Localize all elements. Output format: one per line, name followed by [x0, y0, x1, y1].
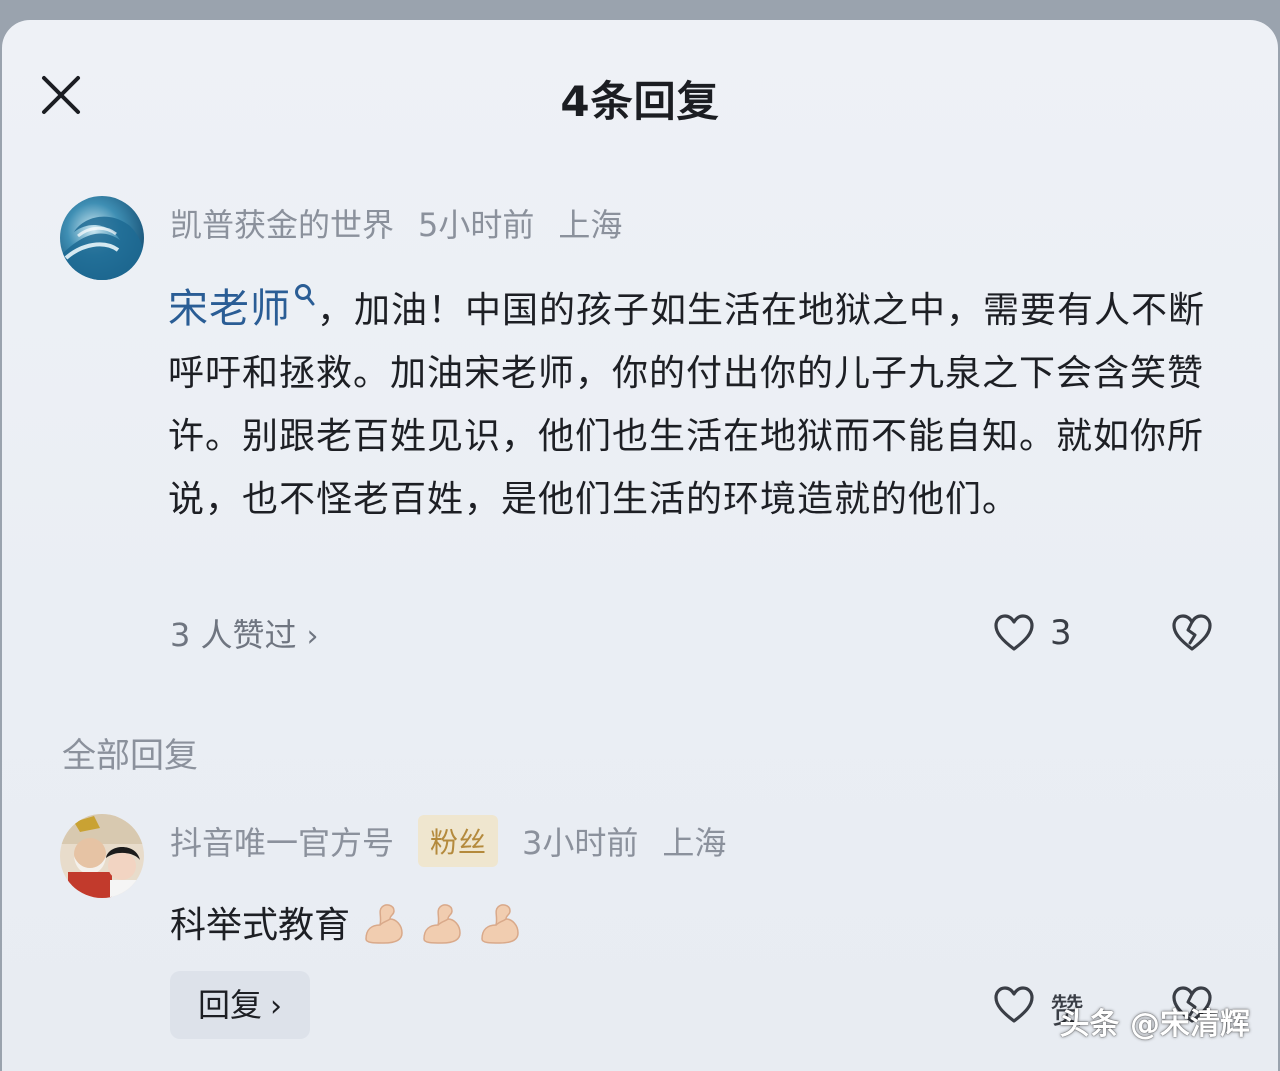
reply-meta: 抖音唯一官方号 粉丝 3小时前 上海 — [170, 815, 750, 871]
sheet-header: 4条回复 — [2, 20, 1278, 170]
reply-body: 科举式教育 — [170, 905, 351, 946]
reply-like-heart-icon[interactable] — [992, 983, 1036, 1027]
fan-badge: 粉丝 — [418, 815, 499, 867]
flexed-biceps-icon — [481, 904, 519, 944]
like-count: 3 — [1050, 613, 1072, 653]
likes-link[interactable]: 3 人赞过 › — [170, 610, 319, 656]
comment-author[interactable]: 凯普获金的世界 — [170, 206, 394, 244]
flexed-biceps-icon — [365, 904, 403, 944]
flexed-biceps-icon — [423, 904, 461, 944]
mention-text: 宋老师 — [168, 286, 291, 332]
search-icon — [295, 284, 315, 306]
reply-button-label: 回复 — [197, 986, 262, 1024]
reply-author[interactable]: 抖音唯一官方号 — [170, 824, 394, 862]
comment-location: 上海 — [558, 206, 623, 244]
dislike-broken-heart-icon[interactable] — [1170, 611, 1214, 655]
mention-link[interactable]: 宋老师 — [168, 284, 317, 332]
reply-location: 上海 — [662, 824, 727, 862]
comment-body: ，加油！中国的孩子如生活在地狱之中，需要有人不断呼吁和拯救。加油宋老师，你的付出… — [168, 290, 1206, 520]
comment-meta: 凯普获金的世界 5小时前 上海 — [170, 200, 646, 246]
watermark: 头条 @宋清辉 — [1059, 1007, 1250, 1042]
reply-text: 科举式教育 — [170, 896, 524, 951]
page-title: 4条回复 — [560, 77, 720, 126]
likes-link-label: 3 人赞过 — [170, 616, 297, 654]
chevron-right-icon: › — [270, 989, 282, 1024]
portrait-avatar-image — [60, 814, 144, 898]
comment-text: 宋老师 ，加油！中国的孩子如生活在地狱之中，需要有人不断呼吁和拯救。加油宋老师，… — [168, 278, 1208, 531]
chevron-right-icon: › — [306, 619, 319, 654]
reply-button[interactable]: 回复 › — [170, 971, 310, 1039]
all-replies-label: 全部回复 — [62, 736, 198, 776]
like-heart-icon[interactable] — [992, 611, 1036, 655]
reply-time: 3小时前 — [522, 824, 639, 862]
avatar[interactable] — [60, 196, 144, 280]
reply-avatar[interactable] — [60, 814, 144, 898]
wave-avatar-image — [60, 196, 144, 280]
reply-sheet: 4条回复 凯普获金的世界 5小时前 上海 宋老师 ，加油！中国的孩子如生活在地狱之中… — [2, 20, 1278, 1071]
comment-time: 5小时前 — [418, 206, 535, 244]
